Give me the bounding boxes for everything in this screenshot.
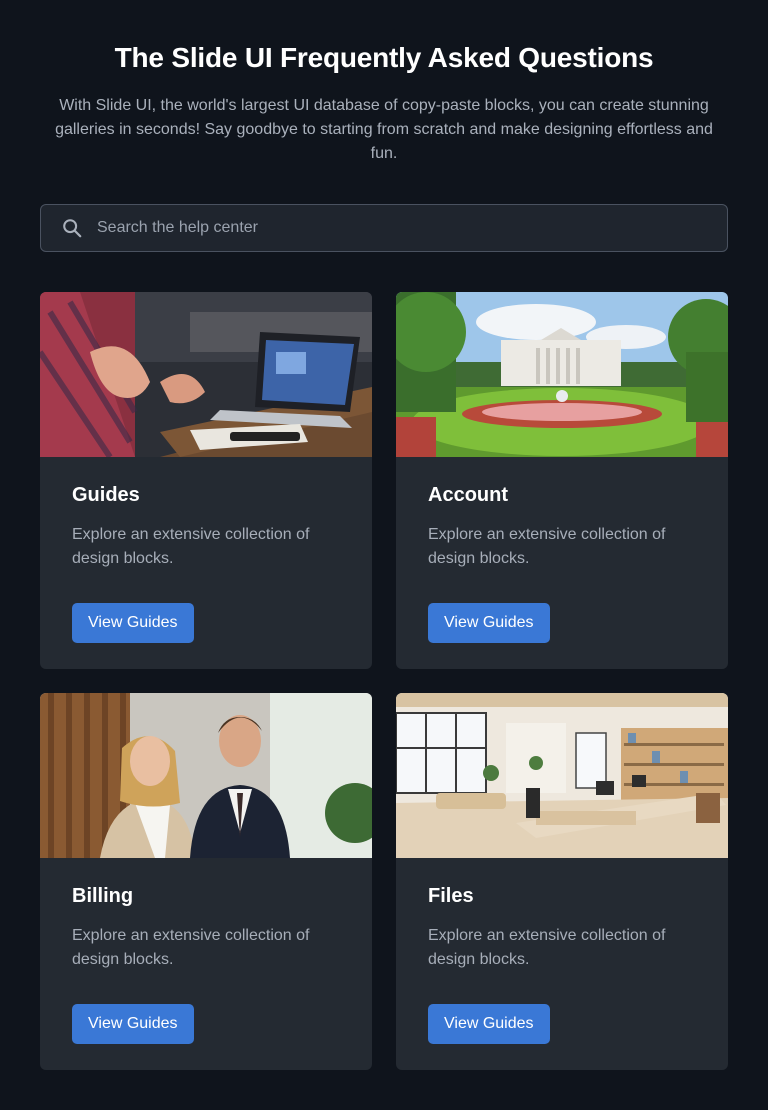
search-bar[interactable]	[40, 204, 728, 252]
card-title: Account	[428, 484, 508, 506]
page-subtitle: With Slide UI, the world's largest UI da…	[55, 97, 713, 162]
card-guides: Guides Explore an extensive collection o…	[40, 292, 372, 669]
page-title: The Slide UI Frequently Asked Questions	[114, 42, 654, 73]
white-house-garden-photo	[396, 292, 728, 457]
search-input[interactable]	[97, 205, 727, 251]
office-interior-photo	[396, 693, 728, 858]
card-description: Explore an extensive collection of desig…	[428, 927, 666, 968]
card-billing: Billing Explore an extensive collection …	[40, 693, 372, 1070]
card-description: Explore an extensive collection of desig…	[428, 526, 666, 567]
card-description: Explore an extensive collection of desig…	[72, 526, 310, 567]
category-grid: Guides Explore an extensive collection o…	[40, 292, 728, 1070]
view-guides-button[interactable]: View Guides	[72, 603, 194, 643]
hero-section: The Slide UI Frequently Asked Questions …	[0, 38, 768, 166]
view-guides-button[interactable]: View Guides	[428, 603, 550, 643]
meeting-laptop-photo	[40, 292, 372, 457]
view-guides-button[interactable]: View Guides	[72, 1004, 194, 1044]
card-account: Account Explore an extensive collection …	[396, 292, 728, 669]
business-people-photo	[40, 693, 372, 858]
card-files: Files Explore an extensive collection of…	[396, 693, 728, 1070]
card-description: Explore an extensive collection of desig…	[72, 927, 310, 968]
card-title: Guides	[72, 484, 140, 506]
card-title: Billing	[72, 885, 134, 907]
faq-page: The Slide UI Frequently Asked Questions …	[0, 0, 768, 1110]
search-icon	[63, 219, 82, 238]
view-guides-button[interactable]: View Guides	[428, 1004, 550, 1044]
card-title: Files	[428, 885, 474, 907]
